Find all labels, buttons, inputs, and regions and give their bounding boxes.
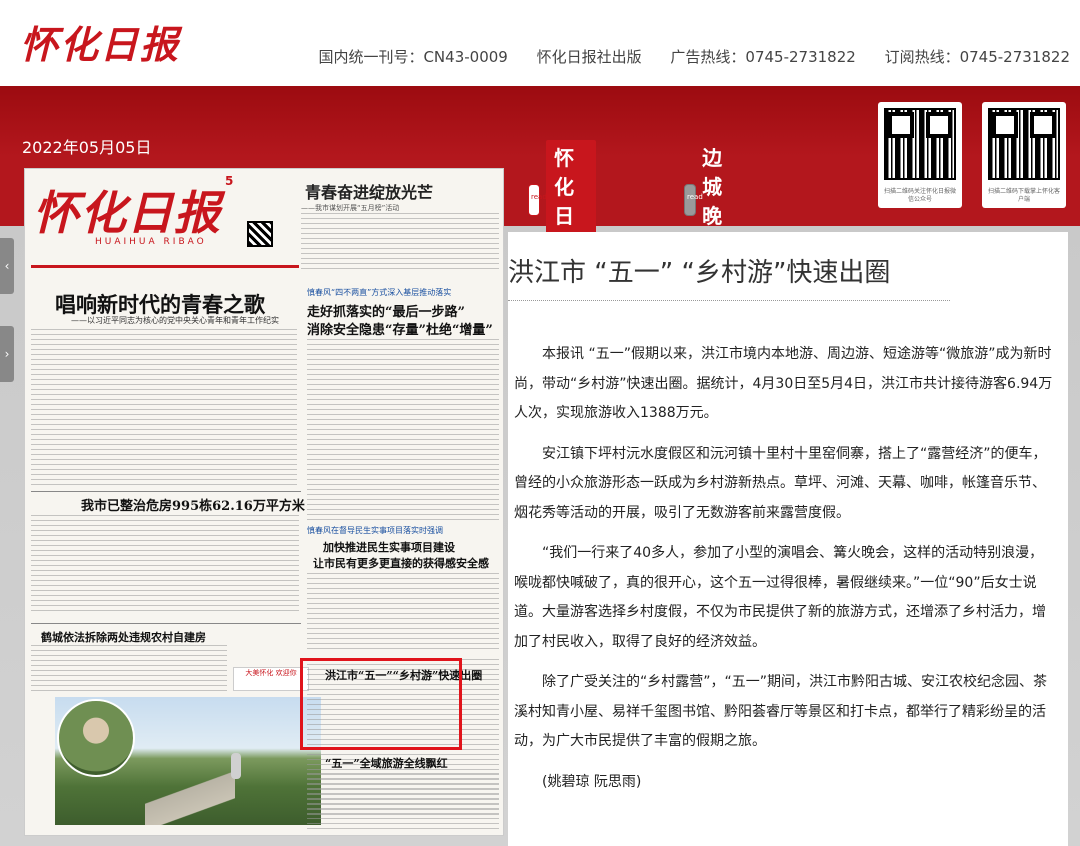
- news-photo[interactable]: [55, 697, 321, 825]
- site-header: 怀化日报 国内统一刊号：CN43-0009 怀化日报社出版 广告热线：0745-…: [0, 0, 1080, 86]
- headline-5[interactable]: 鹤城依法拆除两处违规农村自建房: [41, 629, 206, 645]
- paper-qr-icon: [247, 221, 273, 247]
- paper-masthead-pinyin: HUAIHUA RIBAO: [95, 237, 207, 247]
- article-body: 本报讯 “五一”假期以来，洪江市境内本地游、周边游、短途游等“微旅游”成为新时尚…: [514, 340, 1056, 808]
- next-page-tab[interactable]: ›: [0, 326, 14, 382]
- column-text: [307, 339, 499, 521]
- qr-caption: 扫描二维码下载掌上怀化客户端: [987, 188, 1060, 203]
- issn-text: 国内统一刊号：CN43-0009: [318, 48, 508, 66]
- column-text: [307, 773, 499, 833]
- paper-masthead: 怀化日报: [33, 186, 221, 240]
- person-figure: [231, 753, 241, 779]
- ad-hotline: 广告热线：0745-2731822: [670, 48, 856, 66]
- tab-biancheng-wanbao[interactable]: 边城晚报: [684, 146, 736, 257]
- inset-photo: [57, 699, 135, 777]
- column-text: [307, 573, 499, 653]
- ad-text: 大美怀化 欢迎你: [245, 669, 297, 677]
- divider: [31, 623, 301, 624]
- article-paragraph: 除了广受关注的“乡村露营”，“五一”期间，洪江市黔阳古城、安江农校纪念园、茶溪村…: [514, 674, 1048, 749]
- headline-2a[interactable]: 走好抓落实的“最后一步路”: [307, 301, 465, 320]
- publisher-text: 怀化日报社出版: [536, 48, 642, 66]
- ad-banner[interactable]: 大美怀化 欢迎你: [233, 667, 309, 691]
- headline-4b[interactable]: 让市民有更多更直接的获得感安全感: [313, 555, 489, 571]
- headline-3[interactable]: 我市已整治危房995栋62.16万平方米: [81, 495, 305, 514]
- site-logo[interactable]: 怀化日报: [20, 14, 180, 69]
- kicker-2: 慎春风“四不两直”方式深入基层推动落实: [307, 288, 452, 297]
- qr-code-icon: [988, 108, 1060, 180]
- tab-huaihua-ribao[interactable]: 怀化日报: [528, 140, 596, 260]
- article-paragraph: 本报讯 “五一”假期以来，洪江市境内本地游、周边游、短途游等“微旅游”成为新时尚…: [514, 346, 1053, 421]
- road-shape: [145, 767, 235, 825]
- column-text: [301, 213, 499, 273]
- column-text: [31, 329, 297, 489]
- article-author: (姚碧琼 阮思雨): [542, 773, 642, 790]
- read-icon: [684, 184, 703, 216]
- headline-7[interactable]: “五一”全域旅游全线飘红: [325, 755, 448, 771]
- divider: [31, 491, 301, 492]
- headline-4a[interactable]: 加快推进民生实事项目建设: [323, 539, 455, 555]
- selected-article-highlight[interactable]: [300, 658, 462, 750]
- kicker-4: 慎春风在督导民生实事项目落实时强调: [307, 526, 443, 535]
- headline-1-sub: ——以习近平同志为核心的党中央关心青年和青年工作纪实: [71, 316, 279, 325]
- masthead-rule: [31, 265, 299, 268]
- header-info: 国内统一刊号：CN43-0009 怀化日报社出版 广告热线：0745-27318…: [294, 46, 1070, 67]
- paper-top-title[interactable]: 青春奋进绽放光芒: [305, 179, 433, 203]
- article-paragraph: “我们一行来了40多人，参加了小型的演唱会、篝火晚会，这样的活动特别浪漫，喉咙都…: [514, 545, 1046, 650]
- prev-page-tab[interactable]: ‹: [0, 238, 14, 294]
- qr-caption: 扫描二维码关注怀化日报微信公众号: [883, 188, 956, 203]
- article-title: 洪江市 “五一” “乡村游”快速出圈: [508, 258, 891, 288]
- qr-code-icon: [884, 108, 956, 180]
- read-icon: [528, 184, 547, 216]
- issue-date: 2022年05月05日: [22, 138, 152, 157]
- wechat-qr-code: 扫描二维码关注怀化日报微信公众号: [878, 102, 962, 208]
- column-text: [31, 645, 227, 691]
- headline-2b[interactable]: 消除安全隐患“存量”杜绝“增量”: [307, 319, 493, 338]
- app-qr-code: 扫描二维码下载掌上怀化客户端: [982, 102, 1066, 208]
- article-panel: 洪江市 “五一” “乡村游”快速出圈 本报讯 “五一”假期以来，洪江市境内本地游…: [508, 232, 1068, 846]
- subscribe-hotline: 订阅热线：0745-2731822: [884, 48, 1070, 66]
- title-rule: [508, 300, 950, 301]
- paper-issue-day: 5: [225, 174, 234, 188]
- article-paragraph: 安江镇下坪村沅水度假区和沅河镇十里村十里窑侗寨，搭上了“露营经济”的便车，曾经的…: [514, 445, 1047, 521]
- column-text: [31, 515, 299, 615]
- paper-top-subtitle: ——我市谋划开展“五月榜”活动: [301, 204, 400, 212]
